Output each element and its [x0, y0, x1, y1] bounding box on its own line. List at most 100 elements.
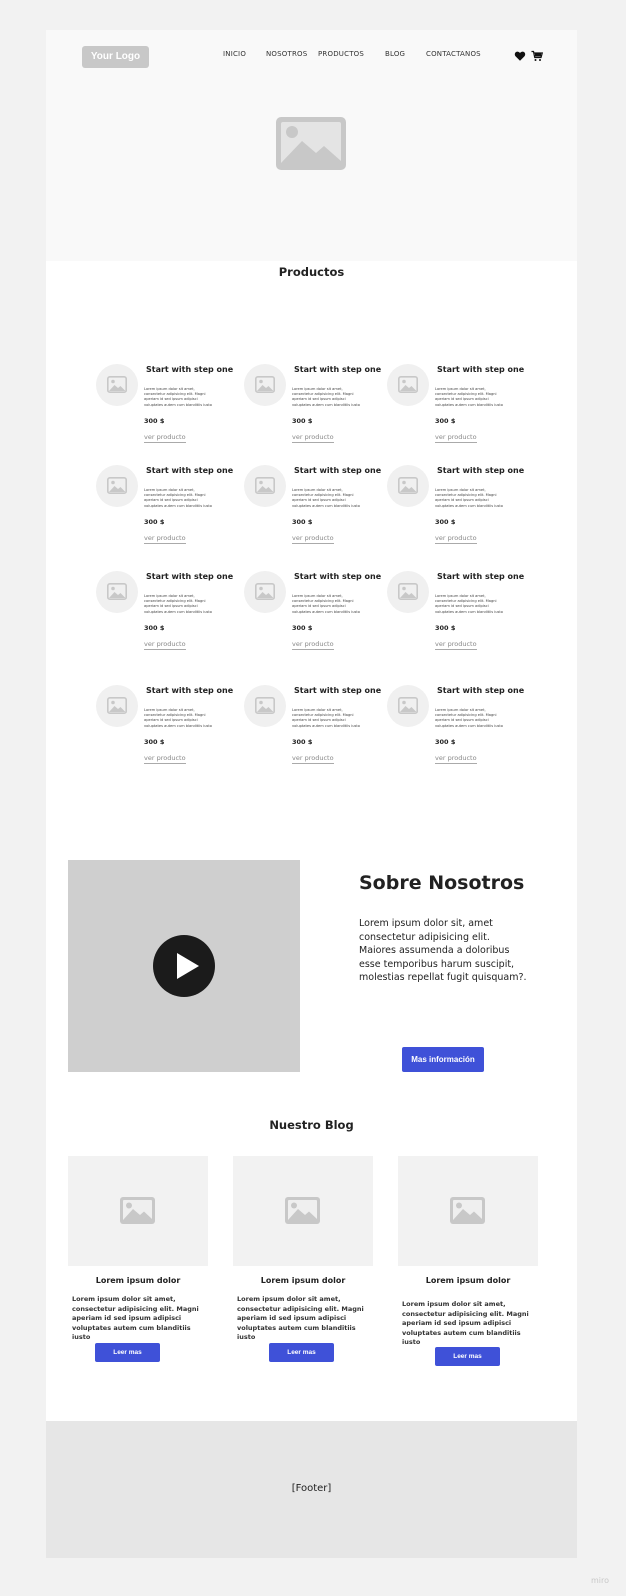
nav-blog[interactable]: BLOG: [385, 50, 405, 58]
product-card: Start with step one Lorem ipsum dolor sit…: [96, 571, 246, 661]
blog-image-placeholder-icon: [398, 1156, 538, 1266]
product-image-placeholder-icon: [244, 685, 286, 727]
product-image-placeholder-icon: [244, 571, 286, 613]
product-title: Start with step one: [294, 466, 382, 475]
product-price: 300 $: [435, 518, 456, 526]
hero-image-placeholder-icon: [276, 117, 346, 174]
product-description: Lorem ipsum dolor sit amet, consectetur …: [292, 594, 360, 614]
blog-post-title: Lorem ipsum dolor: [95, 1276, 181, 1285]
product-card: Start with step one Lorem ipsum dolor sit…: [96, 465, 246, 555]
read-more-button[interactable]: Leer mas: [95, 1343, 160, 1362]
blog-post-excerpt: Lorem ipsum dolor sit amet, consectetur …: [237, 1295, 364, 1341]
product-image-placeholder-icon: [387, 465, 429, 507]
about-title: Sobre Nosotros: [359, 872, 525, 894]
view-product-link[interactable]: ver producto: [144, 640, 186, 650]
product-description: Lorem ipsum dolor sit amet, consectetur …: [435, 708, 503, 728]
view-product-link[interactable]: ver producto: [435, 754, 477, 764]
product-price: 300 $: [292, 417, 313, 425]
product-title: Start with step one: [294, 572, 382, 581]
product-price: 300 $: [435, 417, 456, 425]
product-description: Lorem ipsum dolor sit amet, consectetur …: [144, 708, 212, 728]
product-title: Start with step one: [294, 365, 382, 374]
nav-contactanos[interactable]: CONTACTANOS: [426, 50, 481, 58]
product-image-placeholder-icon: [244, 465, 286, 507]
nav-nosotros[interactable]: NOSOTROS: [266, 50, 307, 58]
nav-productos[interactable]: PRODUCTOS: [318, 50, 364, 58]
view-product-link[interactable]: ver producto: [292, 534, 334, 544]
product-description: Lorem ipsum dolor sit amet, consectetur …: [435, 594, 503, 614]
footer: [Footer]: [46, 1421, 577, 1558]
hero-section: Your Logo INICIO NOSOTROS PRODUCTOS BLOG…: [46, 30, 577, 261]
blog-image-placeholder-icon: [233, 1156, 373, 1266]
product-description: Lorem ipsum dolor sit amet, consectetur …: [292, 387, 360, 407]
product-price: 300 $: [144, 417, 165, 425]
page: Your Logo INICIO NOSOTROS PRODUCTOS BLOG…: [46, 30, 577, 1558]
view-product-link[interactable]: ver producto: [292, 433, 334, 443]
view-product-link[interactable]: ver producto: [435, 534, 477, 544]
product-title: Start with step one: [146, 466, 234, 475]
product-card: Start with step one Lorem ipsum dolor sit…: [244, 364, 394, 454]
product-title: Start with step one: [146, 572, 234, 581]
product-description: Lorem ipsum dolor sit amet, consectetur …: [144, 488, 212, 508]
product-price: 300 $: [435, 738, 456, 746]
product-card: Start with step one Lorem ipsum dolor sit…: [96, 685, 246, 775]
product-card: Start with step one Lorem ipsum dolor sit…: [244, 465, 394, 555]
logo[interactable]: Your Logo: [82, 46, 149, 68]
read-more-button[interactable]: Leer mas: [269, 1343, 334, 1362]
product-card: Start with step one Lorem ipsum dolor sit…: [244, 571, 394, 661]
product-title: Start with step one: [437, 365, 525, 374]
blog-title: Nuestro Blog: [269, 1118, 354, 1132]
product-card: Start with step one Lorem ipsum dolor sit…: [244, 685, 394, 775]
blog-post-title: Lorem ipsum dolor: [260, 1276, 346, 1285]
product-price: 300 $: [292, 738, 313, 746]
product-description: Lorem ipsum dolor sit amet, consectetur …: [292, 708, 360, 728]
products-title: Productos: [278, 265, 345, 279]
cart-icon[interactable]: [531, 47, 544, 61]
blog-post-title: Lorem ipsum dolor: [425, 1276, 511, 1285]
product-image-placeholder-icon: [96, 364, 138, 406]
product-price: 300 $: [292, 518, 313, 526]
about-text: Lorem ipsum dolor sit, amet consectetur …: [359, 918, 527, 983]
view-product-link[interactable]: ver producto: [144, 754, 186, 764]
product-image-placeholder-icon: [96, 465, 138, 507]
view-product-link[interactable]: ver producto: [144, 534, 186, 544]
product-price: 300 $: [144, 738, 165, 746]
product-card: Start with step one Lorem ipsum dolor sit…: [387, 685, 537, 775]
video-player[interactable]: [68, 860, 300, 1072]
read-more-button[interactable]: Leer mas: [435, 1347, 500, 1366]
view-product-link[interactable]: ver producto: [292, 754, 334, 764]
view-product-link[interactable]: ver producto: [292, 640, 334, 650]
blog-image-placeholder-icon: [68, 1156, 208, 1266]
product-image-placeholder-icon: [387, 364, 429, 406]
product-price: 300 $: [144, 624, 165, 632]
blog-post-excerpt: Lorem ipsum dolor sit amet, consectetur …: [72, 1295, 199, 1341]
product-title: Start with step one: [294, 686, 382, 695]
heart-icon[interactable]: [514, 47, 526, 61]
product-card: Start with step one Lorem ipsum dolor sit…: [387, 571, 537, 661]
product-title: Start with step one: [146, 365, 234, 374]
more-info-button[interactable]: Mas información: [402, 1047, 484, 1072]
product-title: Start with step one: [437, 572, 525, 581]
product-card: Start with step one Lorem ipsum dolor sit…: [387, 465, 537, 555]
product-description: Lorem ipsum dolor sit amet, consectetur …: [144, 594, 212, 614]
nav-inicio[interactable]: INICIO: [223, 50, 246, 58]
view-product-link[interactable]: ver producto: [435, 640, 477, 650]
product-card: Start with step one Lorem ipsum dolor sit…: [96, 364, 246, 454]
product-title: Start with step one: [437, 686, 525, 695]
product-description: Lorem ipsum dolor sit amet, consectetur …: [144, 387, 212, 407]
product-title: Start with step one: [146, 686, 234, 695]
miro-watermark: miro: [591, 1576, 610, 1585]
product-image-placeholder-icon: [387, 685, 429, 727]
product-image-placeholder-icon: [387, 571, 429, 613]
play-button[interactable]: [153, 935, 215, 997]
product-image-placeholder-icon: [244, 364, 286, 406]
product-price: 300 $: [292, 624, 313, 632]
product-description: Lorem ipsum dolor sit amet, consectetur …: [435, 488, 503, 508]
product-description: Lorem ipsum dolor sit amet, consectetur …: [435, 387, 503, 407]
view-product-link[interactable]: ver producto: [144, 433, 186, 443]
view-product-link[interactable]: ver producto: [435, 433, 477, 443]
product-image-placeholder-icon: [96, 571, 138, 613]
product-title: Start with step one: [437, 466, 525, 475]
product-image-placeholder-icon: [96, 685, 138, 727]
play-icon: [177, 953, 199, 979]
